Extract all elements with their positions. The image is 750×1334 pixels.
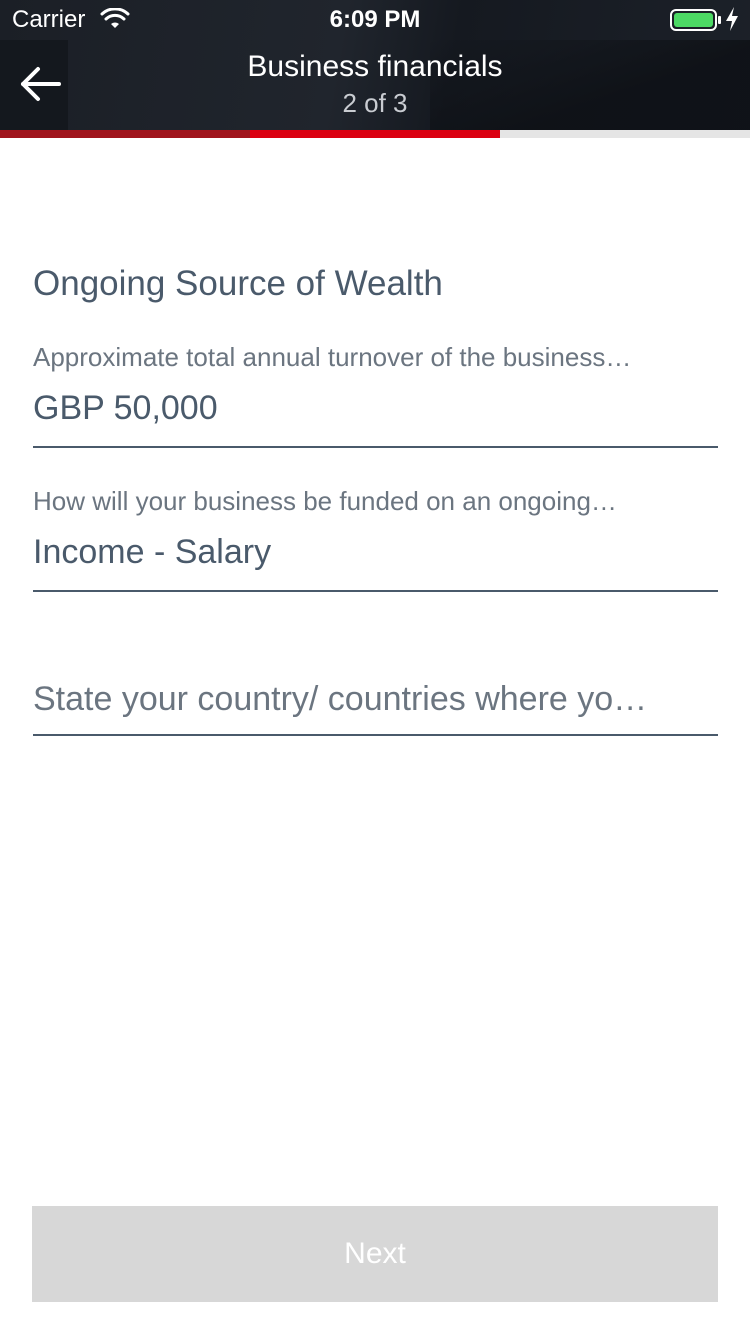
funding-label: How will your business be funded on an o… bbox=[33, 486, 617, 516]
turnover-value[interactable]: GBP 50,000 bbox=[33, 389, 718, 428]
funding-field[interactable]: How will your business be funded on an o… bbox=[33, 486, 718, 592]
status-bar: Carrier 6:09 PM bbox=[0, 0, 750, 40]
progress-step-2 bbox=[250, 130, 500, 138]
next-button[interactable]: Next bbox=[32, 1206, 718, 1302]
countries-placeholder[interactable]: State your country/ countries where yo… bbox=[33, 680, 718, 719]
step-progress-bar bbox=[0, 130, 750, 138]
turnover-field[interactable]: Approximate total annual turnover of the… bbox=[33, 342, 718, 448]
turnover-label: Approximate total annual turnover of the… bbox=[33, 342, 632, 372]
charging-bolt-icon bbox=[726, 7, 738, 31]
status-time: 6:09 PM bbox=[329, 6, 421, 33]
page-title: Business financials bbox=[247, 50, 503, 83]
battery-charging-icon bbox=[670, 9, 721, 31]
section-title: Ongoing Source of Wealth bbox=[33, 264, 443, 303]
progress-step-1 bbox=[0, 130, 250, 138]
countries-field[interactable]: State your country/ countries where yo… bbox=[33, 680, 718, 736]
funding-value[interactable]: Income - Salary bbox=[33, 533, 718, 572]
step-indicator: 2 of 3 bbox=[342, 88, 408, 118]
